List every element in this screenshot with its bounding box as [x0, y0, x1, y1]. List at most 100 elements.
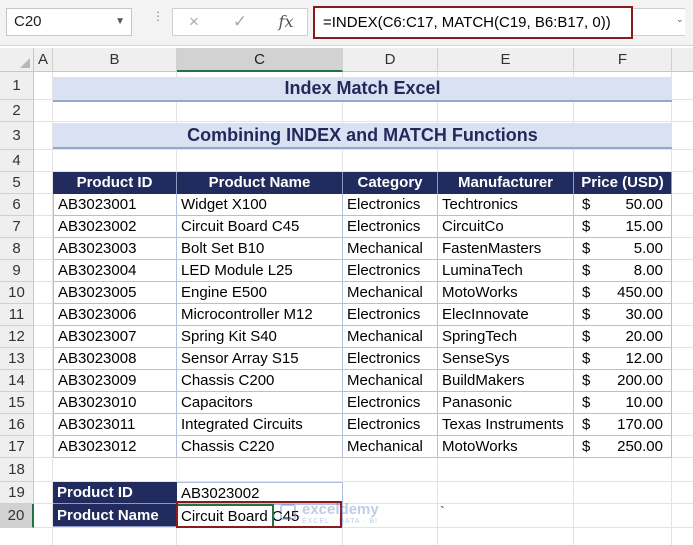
table-cell[interactable]: AB3023006 [53, 304, 177, 326]
row-header-16[interactable]: 16 [0, 414, 34, 436]
table-cell[interactable]: $8.00 [574, 260, 672, 282]
table-cell[interactable]: AB3023011 [53, 414, 177, 436]
table-cell[interactable]: Electronics [343, 260, 438, 282]
row-header-7[interactable]: 7 [0, 216, 34, 238]
table-cell[interactable]: Electronics [343, 348, 438, 370]
table-cell[interactable]: Integrated Circuits [177, 414, 343, 436]
row-header-20[interactable]: 20 [0, 504, 34, 528]
column-header-d[interactable]: D [343, 48, 438, 72]
table-header-cell[interactable]: Price (USD) [574, 172, 672, 194]
table-cell[interactable]: Widget X100 [177, 194, 343, 216]
table-cell[interactable]: Sensor Array S15 [177, 348, 343, 370]
formula-input[interactable]: =INDEX(C6:C17, MATCH(C19, B6:B17, 0)) [313, 6, 633, 39]
table-cell[interactable]: AB3023003 [53, 238, 177, 260]
table-cell[interactable]: $12.00 [574, 348, 672, 370]
table-cell[interactable]: Circuit Board C45 [177, 216, 343, 238]
table-cell[interactable]: $10.00 [574, 392, 672, 414]
table-cell[interactable]: AB3023008 [53, 348, 177, 370]
table-cell[interactable]: Engine E500 [177, 282, 343, 304]
table-cell[interactable]: Mechanical [343, 370, 438, 392]
column-header-e[interactable]: E [438, 48, 574, 72]
table-cell[interactable]: AB3023002 [53, 216, 177, 238]
row-header-18[interactable]: 18 [0, 458, 34, 482]
table-cell[interactable]: AB3023005 [53, 282, 177, 304]
table-cell[interactable]: $200.00 [574, 370, 672, 392]
table-cell[interactable]: Electronics [343, 392, 438, 414]
table-cell[interactable]: Bolt Set B10 [177, 238, 343, 260]
row-header-19[interactable]: 19 [0, 482, 34, 504]
row-header-14[interactable]: 14 [0, 370, 34, 392]
sheet-subtitle[interactable]: Combining INDEX and MATCH Functions [53, 123, 672, 149]
lookup-name-label[interactable]: Product Name [53, 504, 177, 527]
table-cell[interactable]: BuildMakers [438, 370, 574, 392]
table-cell[interactable]: $20.00 [574, 326, 672, 348]
column-header-f[interactable]: F [574, 48, 672, 72]
table-cell[interactable]: $170.00 [574, 414, 672, 436]
row-header-10[interactable]: 10 [0, 282, 34, 304]
table-cell[interactable]: Techtronics [438, 194, 574, 216]
table-cell[interactable]: Mechanical [343, 436, 438, 458]
table-header-cell[interactable]: Category [343, 172, 438, 194]
table-cell[interactable]: AB3023007 [53, 326, 177, 348]
column-header-b[interactable]: B [53, 48, 177, 72]
column-header-a[interactable]: A [34, 48, 53, 72]
table-cell[interactable]: AB3023004 [53, 260, 177, 282]
table-cell[interactable]: MotoWorks [438, 282, 574, 304]
row-header-11[interactable]: 11 [0, 304, 34, 326]
table-cell[interactable]: AB3023001 [53, 194, 177, 216]
table-cell[interactable]: Panasonic [438, 392, 574, 414]
column-header-c[interactable]: C [177, 48, 343, 72]
table-cell[interactable]: AB3023012 [53, 436, 177, 458]
table-cell[interactable]: $50.00 [574, 194, 672, 216]
insert-function-icon[interactable]: fx [271, 9, 301, 35]
row-header-15[interactable]: 15 [0, 392, 34, 414]
table-cell[interactable]: SpringTech [438, 326, 574, 348]
table-cell[interactable]: Texas Instruments [438, 414, 574, 436]
row-header-1[interactable]: 1 [0, 72, 34, 100]
row-header-12[interactable]: 12 [0, 326, 34, 348]
table-header-cell[interactable]: Manufacturer [438, 172, 574, 194]
expand-formula-bar-icon[interactable]: ⌄ [676, 14, 684, 25]
table-cell[interactable]: Capacitors [177, 392, 343, 414]
table-cell[interactable]: Electronics [343, 414, 438, 436]
table-cell[interactable]: $450.00 [574, 282, 672, 304]
enter-icon[interactable]: ✓ [225, 9, 255, 35]
table-cell[interactable]: Electronics [343, 216, 438, 238]
table-cell[interactable]: LuminaTech [438, 260, 574, 282]
lookup-id-label[interactable]: Product ID [53, 482, 177, 504]
table-cell[interactable]: CircuitCo [438, 216, 574, 238]
chevron-down-icon[interactable]: ▼ [115, 9, 125, 35]
row-header-9[interactable]: 9 [0, 260, 34, 282]
table-cell[interactable]: Microcontroller M12 [177, 304, 343, 326]
table-cell[interactable]: AB3023010 [53, 392, 177, 414]
table-cell[interactable]: Mechanical [343, 326, 438, 348]
table-cell[interactable]: LED Module L25 [177, 260, 343, 282]
table-header-cell[interactable]: Product ID [53, 172, 177, 194]
table-cell[interactable]: Chassis C220 [177, 436, 343, 458]
table-cell[interactable]: AB3023009 [53, 370, 177, 392]
table-cell[interactable]: Spring Kit S40 [177, 326, 343, 348]
row-header-3[interactable]: 3 [0, 122, 34, 150]
column-header-next[interactable] [672, 48, 693, 72]
row-header-6[interactable]: 6 [0, 194, 34, 216]
name-box[interactable]: C20 ▼ [6, 8, 132, 36]
table-cell[interactable]: Mechanical [343, 238, 438, 260]
table-cell[interactable]: $15.00 [574, 216, 672, 238]
table-cell[interactable]: Chassis C200 [177, 370, 343, 392]
row-header-4[interactable]: 4 [0, 150, 34, 172]
row-header-8[interactable]: 8 [0, 238, 34, 260]
table-cell[interactable]: $5.00 [574, 238, 672, 260]
table-cell[interactable]: ElecInnovate [438, 304, 574, 326]
cancel-icon[interactable]: × [179, 9, 209, 35]
table-cell[interactable]: Mechanical [343, 282, 438, 304]
table-cell[interactable]: SenseSys [438, 348, 574, 370]
more-options-icon[interactable]: ⋮ [152, 10, 164, 22]
table-cell[interactable]: FastenMasters [438, 238, 574, 260]
row-header-13[interactable]: 13 [0, 348, 34, 370]
table-cell[interactable]: $250.00 [574, 436, 672, 458]
table-cell[interactable]: Electronics [343, 304, 438, 326]
table-cell[interactable]: Electronics [343, 194, 438, 216]
table-cell[interactable]: MotoWorks [438, 436, 574, 458]
sheet-title[interactable]: Index Match Excel [53, 77, 672, 102]
row-header-17[interactable]: 17 [0, 436, 34, 458]
